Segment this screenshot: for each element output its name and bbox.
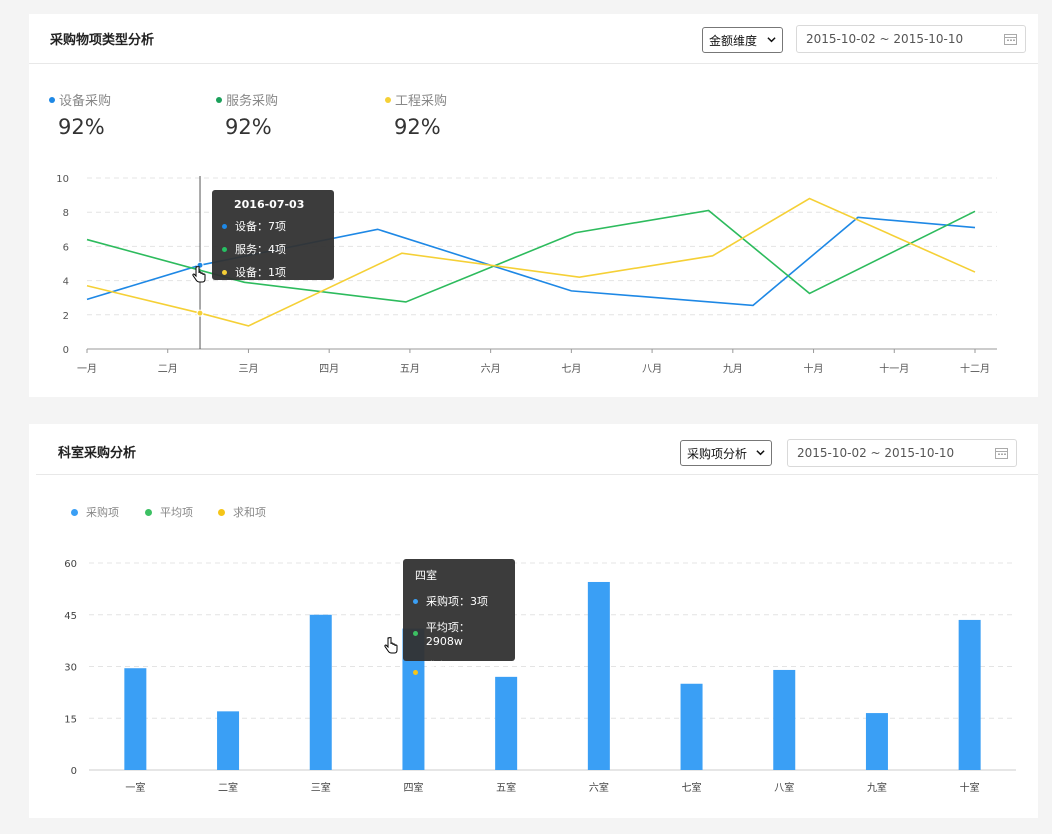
tooltip-row: 设备：1项 <box>222 264 324 280</box>
bar-chart: 015304560一室 二室 三室 四室 五室 六室 七室 八室 九室 十室 <box>64 559 1016 794</box>
hand-cursor-icon <box>192 266 206 283</box>
department-analysis-card: 科室采购分析 采购项分析 2015-10-02 ~ 2015-10-10 采购项… <box>29 424 1038 818</box>
y-tick-label: 0 <box>63 345 69 356</box>
hover-point <box>196 309 204 317</box>
tooltip-row: 求和项：8600w <box>413 658 505 687</box>
x-tick-label: 二室 <box>218 781 238 794</box>
y-tick-label: 0 <box>71 766 77 777</box>
tooltip-title: 四室 <box>415 569 437 582</box>
y-tick-label: 10 <box>56 174 69 185</box>
bar-8 <box>773 669 796 770</box>
item-type-analysis-card: 采购物项类型分析 金额维度 2015-10-02 ~ 2015-10-10 设备… <box>29 14 1038 397</box>
x-tick-label: 九月 <box>723 363 743 375</box>
tooltip-dot <box>413 598 418 604</box>
tooltip-row-text: 平均项：2908w <box>425 621 470 648</box>
x-tick-label: 三月 <box>238 363 258 375</box>
y-tick-label: 45 <box>64 611 77 622</box>
bar-3 <box>309 614 332 770</box>
x-tick-label: 二月 <box>158 363 178 375</box>
tooltip-row: 平均项：2908w <box>413 619 505 648</box>
bar-chart-tooltip: 四室 采购项：3项 平均项：2908w 求和项：8600w <box>403 559 515 687</box>
tooltip-dot <box>222 246 227 252</box>
y-tick-label: 4 <box>63 277 69 288</box>
x-tick-label: 七室 <box>682 781 702 794</box>
x-tick-label: 九室 <box>867 781 887 794</box>
x-tick-label: 六室 <box>589 781 609 794</box>
x-tick-label: 一室 <box>125 781 145 794</box>
tooltip-dot <box>413 670 418 675</box>
x-tick-label: 十二月 <box>960 362 990 375</box>
tooltip-dot <box>222 269 227 275</box>
hand-cursor-icon <box>384 637 398 654</box>
y-tick-label: 8 <box>63 208 69 219</box>
bar-1 <box>124 668 147 770</box>
x-tick-label: 十一月 <box>879 362 909 375</box>
tooltip-row-text: 设备：7项 <box>235 220 286 233</box>
tooltip-dot <box>413 631 418 636</box>
tooltip-row-text: 求和项：8600w <box>425 660 470 687</box>
tooltip-row: 服务：4项 <box>222 241 324 257</box>
x-tick-label: 八月 <box>642 363 662 375</box>
bar-10 <box>958 619 981 770</box>
tooltip-title: 2016-07-03 <box>234 198 305 211</box>
x-tick-label: 四室 <box>403 781 423 794</box>
x-tick-label: 五月 <box>400 363 420 375</box>
x-tick-label: 四月 <box>319 363 339 375</box>
y-tick-label: 30 <box>64 663 77 674</box>
tooltip-dot <box>222 223 227 229</box>
x-tick-label: 八室 <box>774 781 794 794</box>
x-tick-label: 五室 <box>496 781 516 794</box>
y-tick-label: 15 <box>64 714 77 725</box>
tooltip-row: 采购项：3项 <box>413 593 505 609</box>
tooltip-row-text: 服务：4项 <box>235 243 286 256</box>
x-tick-label: 一月 <box>77 363 97 375</box>
tooltip-row-text: 采购项：3项 <box>426 595 488 608</box>
x-tick-label: 十室 <box>960 781 980 794</box>
y-tick-label: 60 <box>64 559 77 570</box>
x-tick-label: 十月 <box>804 362 824 375</box>
line-chart-tooltip: 2016-07-03 设备：7项 服务：4项 设备：1项 <box>212 190 334 280</box>
x-tick-label: 六月 <box>481 363 501 375</box>
y-tick-label: 6 <box>63 242 69 253</box>
x-tick-label: 七月 <box>561 363 581 375</box>
bar-2 <box>217 711 240 770</box>
x-tick-label: 三室 <box>311 781 331 794</box>
y-tick-label: 2 <box>63 311 69 322</box>
bar-5 <box>495 676 518 770</box>
bar-9 <box>865 713 888 770</box>
tooltip-row-text: 设备：1项 <box>235 266 286 279</box>
bar-7 <box>680 683 703 770</box>
line-chart: 0 2 4 6 8 10 一月 二月 三月 四月 五月 六月 七月 八月 九月 十月 十一月 十二月 <box>56 174 997 375</box>
tooltip-row: 设备：7项 <box>222 218 324 234</box>
bar-6 <box>587 581 610 770</box>
